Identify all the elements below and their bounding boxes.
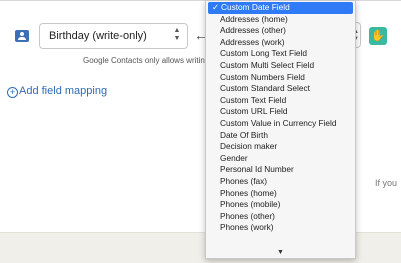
- dropdown-option-label: Phones (fax): [220, 175, 268, 186]
- dropdown-option[interactable]: Phones (work): [206, 222, 355, 234]
- dropdown-option[interactable]: Gender: [206, 153, 355, 165]
- dropdown-option[interactable]: Phones (fax): [206, 176, 355, 188]
- dropdown-option[interactable]: Addresses (other): [206, 25, 355, 37]
- checkmark-icon: ✓: [212, 2, 219, 12]
- google-field-select[interactable]: Birthday (write-only) ▲ ▼: [39, 23, 188, 49]
- google-field-select-value: Birthday (write-only): [49, 30, 147, 42]
- scroll-down-arrow-icon[interactable]: ▼: [206, 249, 355, 256]
- dropdown-option-label: Custom Value in Currency Field: [220, 117, 337, 128]
- dropdown-option[interactable]: Phones (other): [206, 211, 355, 223]
- dropdown-option-label: Custom Date Field: [221, 2, 290, 12]
- dropdown-option-label: Addresses (other): [220, 25, 286, 36]
- dropdown-option-label: Phones (home): [220, 187, 277, 198]
- chevron-updown-icon: ▲ ▼: [173, 27, 181, 42]
- dropdown-option-label: Custom Standard Select: [220, 83, 310, 94]
- dropdown-option-list: ✓ Custom Date Field Addresses (home) Addres…: [206, 2, 355, 234]
- dropdown-option[interactable]: Date Of Birth: [206, 130, 355, 142]
- dropdown-option[interactable]: Custom Numbers Field: [206, 72, 355, 84]
- dropdown-option-label: Custom Numbers Field: [220, 71, 305, 82]
- crm-field-dropdown[interactable]: ✓ Custom Date Field Addresses (home) Addres…: [205, 0, 356, 259]
- dropdown-option[interactable]: Custom Value in Currency Field: [206, 118, 355, 130]
- dropdown-option[interactable]: Phones (home): [206, 188, 355, 200]
- side-note-text: If you: [375, 178, 398, 188]
- plus-circle-icon: +: [7, 87, 18, 98]
- contact-icon: [15, 30, 29, 42]
- dropdown-option-label: Gender: [220, 152, 248, 163]
- hand-icon-button[interactable]: ✋: [369, 27, 387, 45]
- dropdown-option-label: Custom URL Field: [220, 106, 288, 117]
- dropdown-option-label: Phones (other): [220, 210, 275, 221]
- dropdown-option-label: Custom Long Text Field: [220, 48, 308, 59]
- dropdown-option-selected[interactable]: ✓ Custom Date Field: [208, 2, 353, 14]
- dropdown-option-label: Phones (work): [220, 222, 274, 233]
- dropdown-option-label: Decision maker: [220, 141, 278, 152]
- dropdown-option-label: Phones (mobile): [220, 199, 281, 210]
- dropdown-option[interactable]: Personal Id Number: [206, 164, 355, 176]
- dropdown-option-label: Addresses (home): [220, 13, 288, 24]
- dropdown-option-label: Custom Multi Select Field: [220, 59, 315, 70]
- dropdown-option-label: Custom Text Field: [220, 94, 287, 105]
- dropdown-option-label: Date Of Birth: [220, 129, 268, 140]
- dropdown-option[interactable]: Phones (mobile): [206, 199, 355, 211]
- helper-text: Google Contacts only allows writing: [83, 56, 208, 65]
- dropdown-option[interactable]: Custom URL Field: [206, 106, 355, 118]
- add-field-mapping-label: Add field mapping: [19, 85, 108, 97]
- dropdown-option[interactable]: Custom Multi Select Field: [206, 60, 355, 72]
- add-field-mapping-link[interactable]: + Add field mapping: [7, 84, 107, 98]
- dropdown-option[interactable]: Addresses (work): [206, 37, 355, 49]
- dropdown-option[interactable]: Custom Long Text Field: [206, 48, 355, 60]
- dropdown-option[interactable]: Addresses (home): [206, 14, 355, 26]
- dropdown-option[interactable]: Custom Standard Select: [206, 83, 355, 95]
- dropdown-option-label: Personal Id Number: [220, 164, 294, 175]
- dropdown-option[interactable]: Decision maker: [206, 141, 355, 153]
- dropdown-option-label: Addresses (work): [220, 36, 285, 47]
- dropdown-option[interactable]: Custom Text Field: [206, 95, 355, 107]
